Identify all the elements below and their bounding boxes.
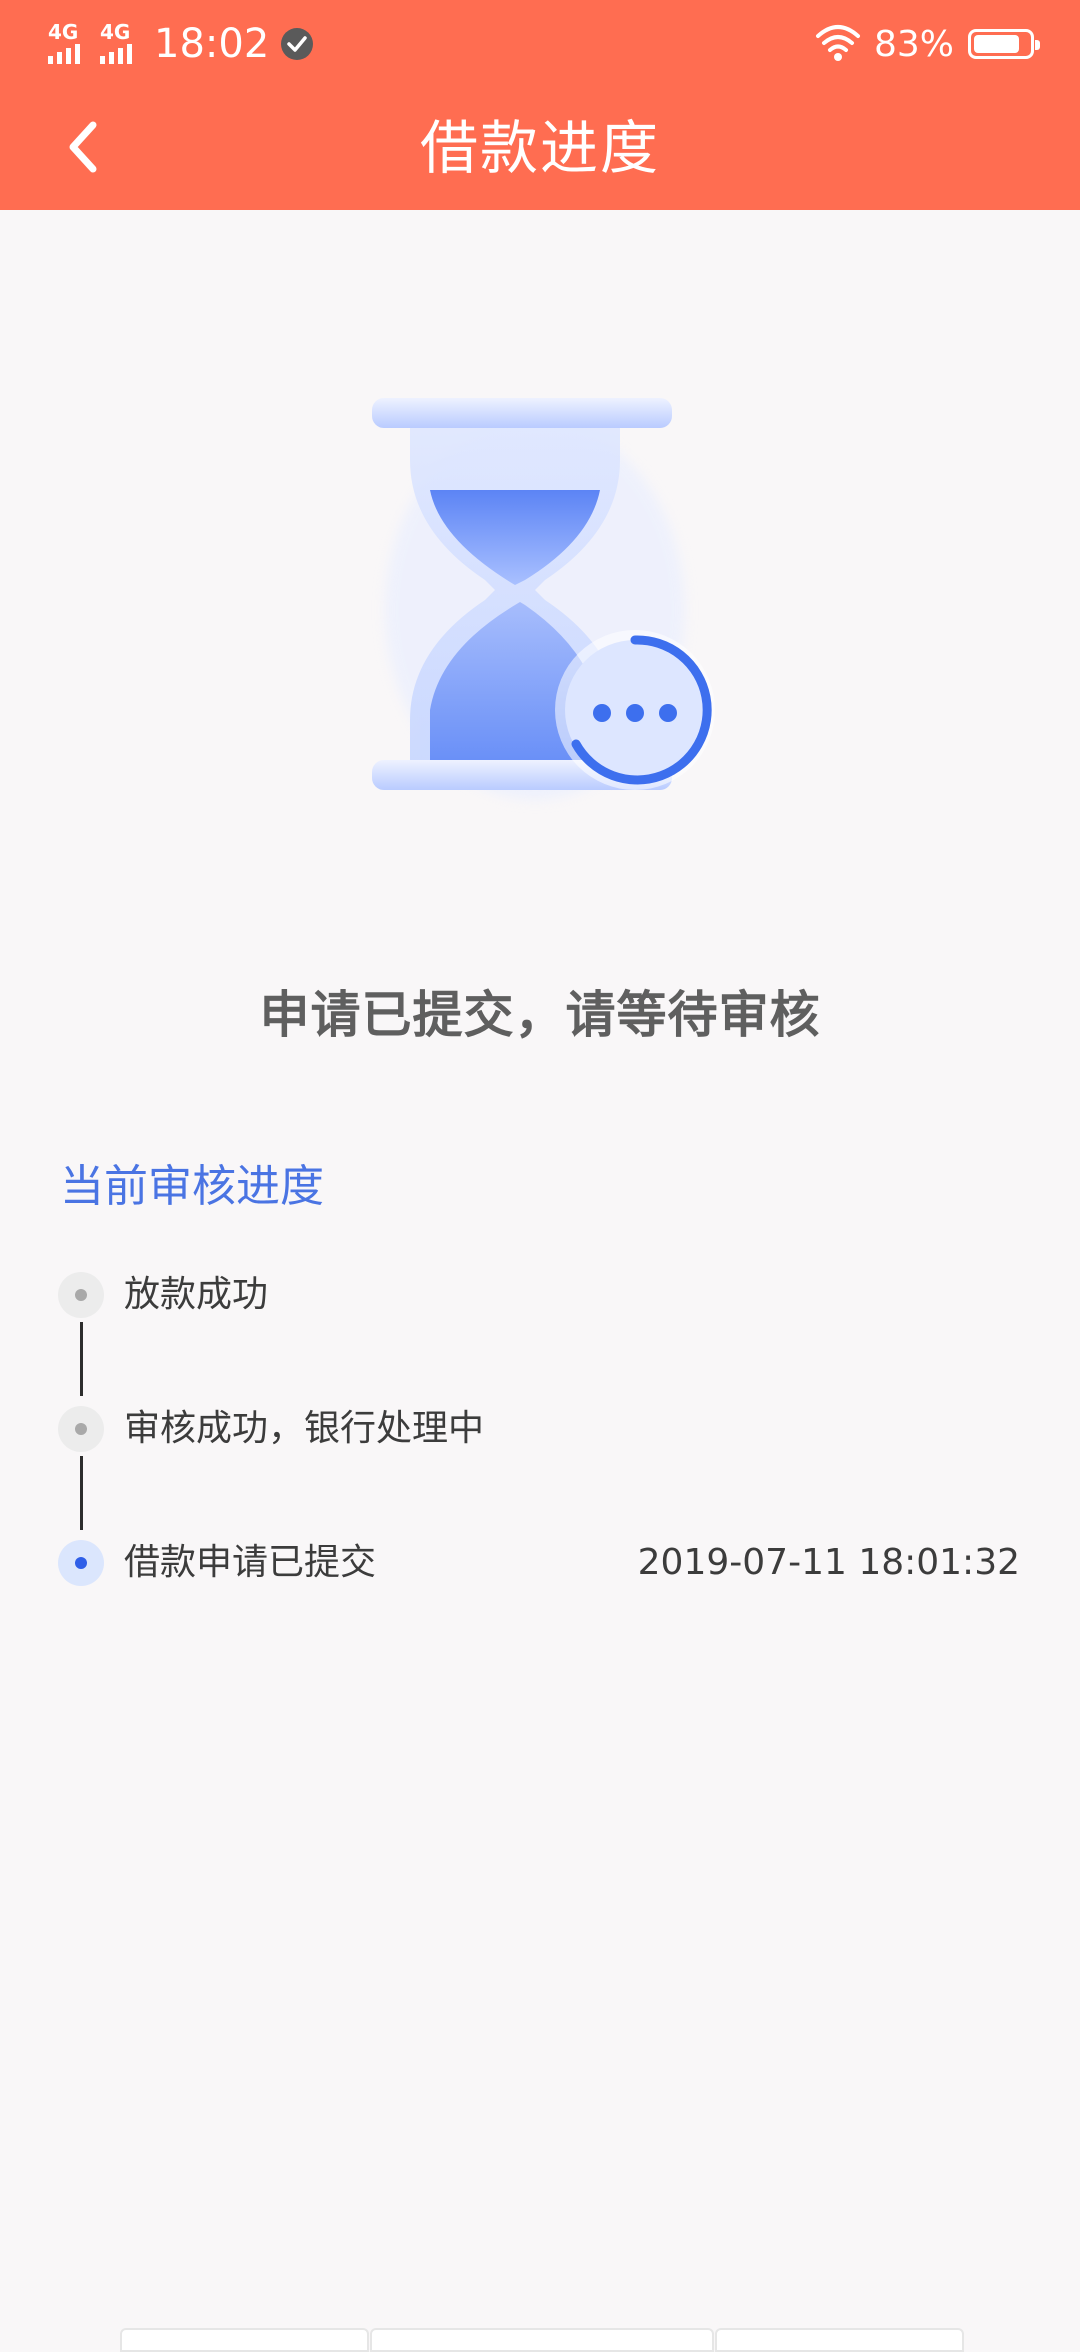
page-title: 借款进度 xyxy=(419,114,660,182)
step-label: 审核成功，银行处理中 xyxy=(124,1408,485,1449)
status-right: 83% xyxy=(814,14,1040,74)
timeline-dot-active xyxy=(58,1540,104,1586)
step-time: 2019-07-11 18:01:32 xyxy=(637,1542,1020,1583)
nav-bar: 借款进度 xyxy=(0,84,1080,210)
battery-icon xyxy=(968,29,1040,59)
battery-fill xyxy=(974,35,1019,53)
bottom-card xyxy=(715,2328,964,2352)
step-label: 放款成功 xyxy=(124,1274,269,1315)
wifi-icon xyxy=(814,22,862,66)
timeline-step-2: 审核成功，银行处理中 xyxy=(0,1394,1080,1464)
app-header: 4G 4G 18:02 83% 借款进度 xyxy=(0,0,1080,210)
status-left: 4G 4G 18:02 xyxy=(46,14,315,74)
timeline-connector xyxy=(80,1322,83,1396)
battery-percent: 83% xyxy=(873,23,954,65)
timeline-dot xyxy=(58,1272,104,1318)
timeline-step-1: 放款成功 xyxy=(0,1260,1080,1330)
check-circle-icon xyxy=(279,26,315,62)
submission-status-message: 申请已提交，请等待审核 xyxy=(259,986,821,1044)
timeline-step-3: 借款申请已提交 2019-07-11 18:01:32 xyxy=(0,1528,1080,1598)
network-type-2: 4G xyxy=(100,20,131,44)
timeline-connector xyxy=(80,1456,83,1530)
signal-icon-2: 4G xyxy=(98,20,144,68)
bottom-card xyxy=(120,2328,369,2352)
bottom-card xyxy=(370,2328,714,2352)
network-type-1: 4G xyxy=(48,20,79,44)
timeline-dot xyxy=(58,1406,104,1452)
status-bar: 4G 4G 18:02 83% xyxy=(0,0,1080,84)
progress-section-title: 当前审核进度 xyxy=(60,1161,324,1212)
progress-timeline: 放款成功 审核成功，银行处理中 借款申请已提交 2019-07-11 18:01… xyxy=(0,1260,1080,1586)
hourglass-waiting-icon xyxy=(350,380,740,820)
status-time: 18:02 xyxy=(154,21,270,67)
signal-icon: 4G xyxy=(46,20,92,68)
step-label: 借款申请已提交 xyxy=(124,1542,377,1583)
